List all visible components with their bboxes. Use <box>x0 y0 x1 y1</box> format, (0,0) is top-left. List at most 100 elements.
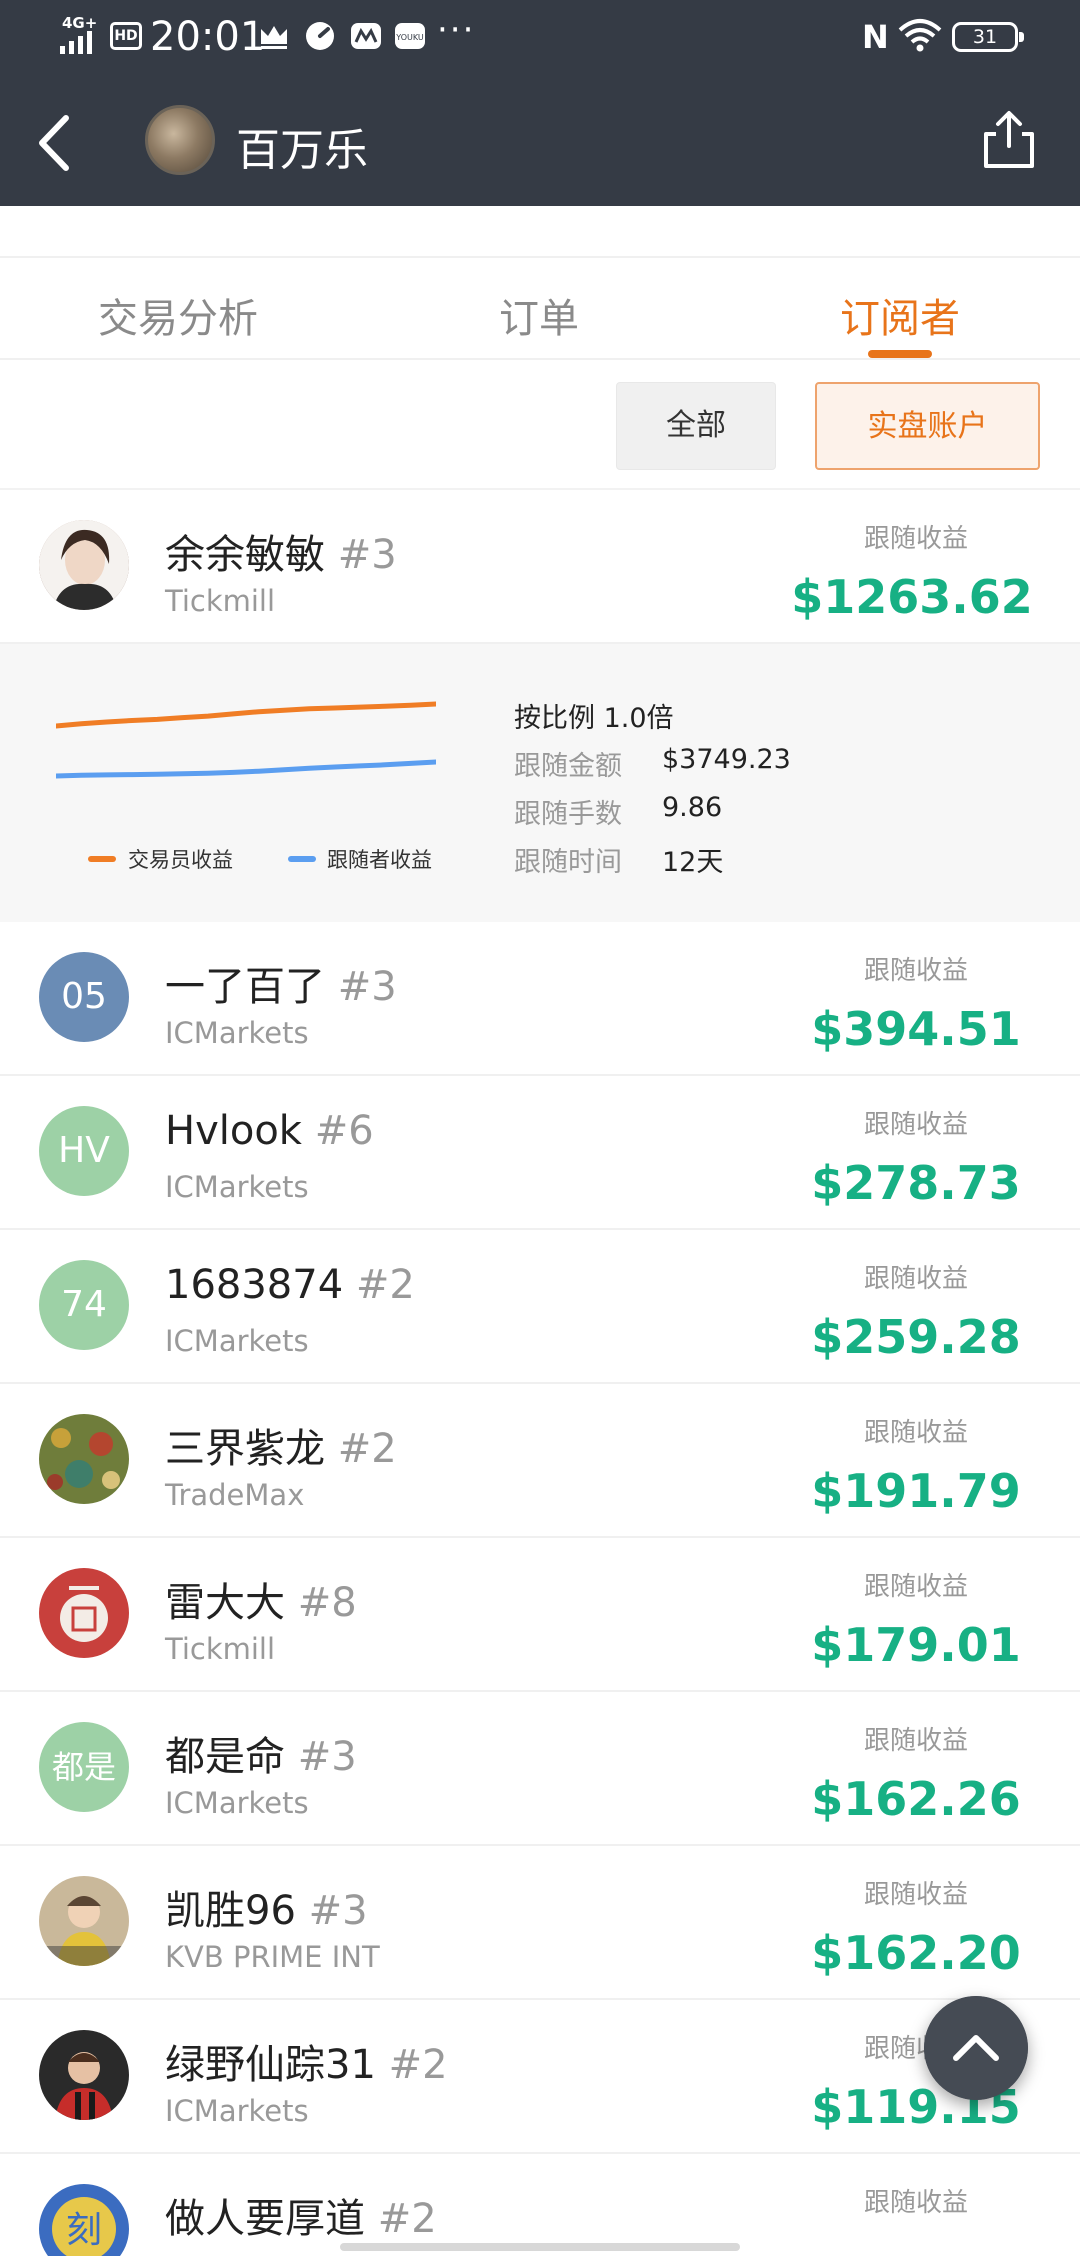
subscriber-avatar <box>39 2030 129 2120</box>
profit-label: 跟随收益 <box>863 524 968 554</box>
subscriber-broker: ICMarkets <box>165 2094 309 2128</box>
status-time: 20:01 <box>150 14 266 60</box>
profit-value: $394.51 <box>811 1002 1021 1056</box>
filter-real-account-button[interactable]: 实盘账户 <box>815 382 1040 470</box>
profit-label: 跟随收益 <box>863 2188 968 2218</box>
subscriber-name: 一了百了 #3 <box>165 964 397 1010</box>
profit-value: $1263.62 <box>791 570 1033 624</box>
tab-trade-analysis[interactable]: 交易分析 <box>98 286 258 344</box>
legend-trader-profit: 交易员收益 <box>128 848 233 872</box>
subscriber-row[interactable]: HV Hvlook #6 ICMarkets 跟随收益 $278.73 <box>0 1076 1080 1230</box>
subscriber-name: Hvlook #6 <box>165 1108 374 1154</box>
follow-duration-value: 12天 <box>662 847 724 878</box>
subscriber-broker: ICMarkets <box>165 1170 309 1204</box>
subscriber-row[interactable]: 雷大大 #8 Tickmill 跟随收益 $179.01 <box>0 1538 1080 1692</box>
subscriber-row[interactable]: 三界紫龙 #2 TradeMax 跟随收益 $191.79 <box>0 1384 1080 1538</box>
app-icon <box>351 23 381 49</box>
subscriber-detail-panel: 交易员收益 跟随者收益 按比例 1.0倍 跟随金额 $3749.23 跟随手数 … <box>0 644 1080 922</box>
tab-orders[interactable]: 订单 <box>499 286 579 344</box>
follow-lots-value: 9.86 <box>662 792 723 823</box>
profit-comparison-chart <box>56 701 436 779</box>
profit-value: $191.79 <box>811 1464 1021 1518</box>
wifi-icon <box>898 19 942 52</box>
battery-icon: 31 <box>952 22 1024 52</box>
subscriber-avatar <box>39 1414 129 1504</box>
subscriber-avatar <box>39 520 129 610</box>
subscriber-name: 都是命 #3 <box>165 1734 357 1780</box>
subscriber-avatar: 74 <box>39 1260 129 1350</box>
svg-text:YOUKU: YOUKU <box>395 33 424 42</box>
legend-swatch-follower <box>288 856 316 862</box>
profit-value: $119.15 <box>811 2080 1021 2134</box>
subscriber-row[interactable]: 74 1683874 #2 ICMarkets 跟随收益 $259.28 <box>0 1230 1080 1384</box>
subscriber-broker: KVB PRIME INT <box>165 1940 380 1974</box>
header-spacer <box>0 206 1080 258</box>
more-status-icon: ··· <box>437 10 476 50</box>
tab-bar: 交易分析 订单 订阅者 <box>0 258 1080 360</box>
header: 4G+ HD 20:01 YOUKU ··· N 31 百万乐 <box>0 0 1080 206</box>
subscriber-avatar <box>39 1876 129 1966</box>
crown-icon <box>261 26 287 49</box>
tab-subscribers[interactable]: 订阅者 <box>840 286 960 344</box>
filter-all-button[interactable]: 全部 <box>616 382 776 470</box>
scroll-to-top-button[interactable] <box>924 1996 1028 2100</box>
profit-label: 跟随收益 <box>863 1264 968 1294</box>
subscriber-row[interactable]: 05 一了百了 #3 ICMarkets 跟随收益 $394.51 <box>0 922 1080 1076</box>
profit-value: $162.20 <box>811 1926 1021 1980</box>
signal-icon: 4G+ <box>60 14 106 54</box>
subscriber-broker: ICMarkets <box>165 1016 309 1050</box>
series-line-1 <box>56 759 436 779</box>
page-title: 百万乐 <box>236 125 368 176</box>
profit-value: $162.26 <box>811 1772 1021 1826</box>
subscriber-name: 绿野仙踪31 #2 <box>165 2042 448 2088</box>
subscriber-avatar: 05 <box>39 952 129 1042</box>
profit-label: 跟随收益 <box>863 1880 968 1910</box>
subscriber-avatar: HV <box>39 1106 129 1196</box>
share-button[interactable] <box>978 108 1040 170</box>
follow-amount-label: 跟随金额 <box>514 751 622 782</box>
follow-amount-value: $3749.23 <box>662 744 791 775</box>
profit-label: 跟随收益 <box>863 1572 968 1602</box>
home-indicator <box>340 2243 740 2251</box>
subscriber-broker: Tickmill <box>165 584 276 618</box>
app-root: { "status_bar": { "network": "4G+", "hd"… <box>0 0 1080 2256</box>
subscriber-broker: Tickmill <box>165 1632 276 1666</box>
subscriber-row[interactable]: 余余敏敏 #3 Tickmill 跟随收益 $1263.62 <box>0 490 1080 644</box>
follow-duration-label: 跟随时间 <box>514 847 622 878</box>
subscriber-row[interactable]: 都是 都是命 #3 ICMarkets 跟随收益 $162.26 <box>0 1692 1080 1846</box>
legend-swatch-trader <box>88 856 116 862</box>
subscriber-broker: TradeMax <box>165 1478 305 1512</box>
status-bar: 4G+ HD 20:01 YOUKU ··· N 31 <box>0 0 1080 80</box>
trader-avatar[interactable] <box>145 105 215 175</box>
hd-icon: HD <box>110 22 142 50</box>
subscriber-name: 1683874 #2 <box>165 1262 415 1308</box>
legend-follower-profit: 跟随者收益 <box>327 848 432 872</box>
subscriber-avatar: 刻 <box>39 2184 129 2256</box>
profit-value: $259.28 <box>811 1310 1021 1364</box>
network-type: 4G+ <box>62 14 98 32</box>
follow-lots-label: 跟随手数 <box>514 799 622 830</box>
profit-label: 跟随收益 <box>863 956 968 986</box>
back-button[interactable] <box>30 108 80 178</box>
active-tab-indicator <box>868 350 932 358</box>
svg-text:刻: 刻 <box>66 2210 102 2251</box>
youku-icon: YOUKU <box>395 23 425 49</box>
subscriber-row[interactable]: 绿野仙踪31 #2 ICMarkets 跟随收益 $119.15 <box>0 2000 1080 2154</box>
profit-label: 跟随收益 <box>863 1726 968 1756</box>
subscriber-row[interactable]: 凯胜96 #3 KVB PRIME INT 跟随收益 $162.20 <box>0 1846 1080 2000</box>
subscriber-avatar <box>39 1568 129 1658</box>
subscriber-name: 三界紫龙 #2 <box>165 1426 397 1472</box>
series-line-0 <box>56 701 436 729</box>
subscriber-row[interactable]: 刻 做人要厚道 #2 跟随收益 <box>0 2154 1080 2256</box>
nfc-icon: N <box>862 18 889 56</box>
filter-bar: 全部 实盘账户 <box>0 360 1080 490</box>
speed-icon <box>306 22 334 50</box>
follow-ratio: 按比例 1.0倍 <box>514 703 674 734</box>
profit-label: 跟随收益 <box>863 1110 968 1140</box>
subscriber-name: 余余敏敏 #3 <box>165 532 397 578</box>
subscriber-name: 凯胜96 #3 <box>165 1888 368 1934</box>
subscriber-avatar: 都是 <box>39 1722 129 1812</box>
profit-label: 跟随收益 <box>863 1418 968 1448</box>
subscriber-name: 做人要厚道 #2 <box>165 2196 437 2242</box>
subscriber-broker: ICMarkets <box>165 1786 309 1820</box>
